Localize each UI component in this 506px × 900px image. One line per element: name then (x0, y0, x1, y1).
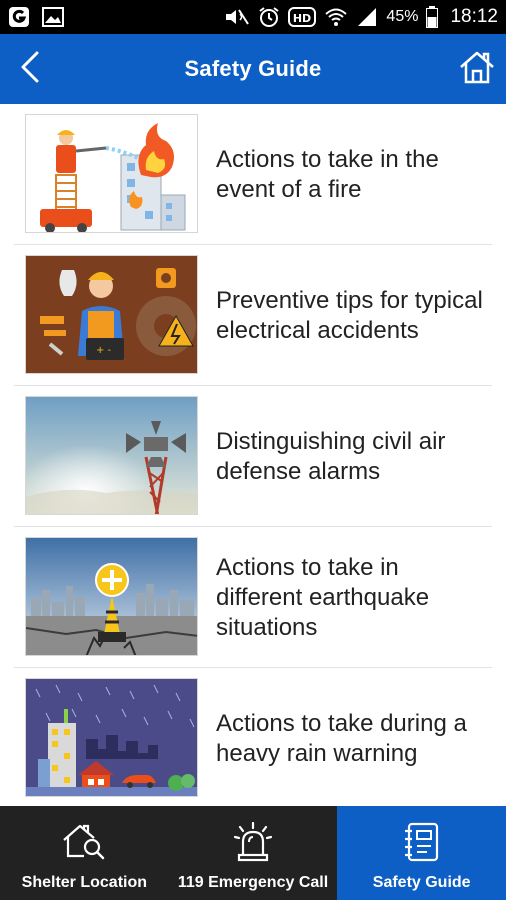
heavy-rain-thumbnail (25, 678, 198, 797)
guide-item-air-defense[interactable]: Distinguishing civil air defense alarms (14, 386, 492, 527)
home-button[interactable] (458, 50, 496, 88)
earthquake-thumbnail (25, 537, 198, 656)
safety-guide-list: Actions to take in the event of a fire +… (0, 104, 506, 806)
wifi-icon (324, 7, 348, 27)
guide-book-icon (400, 820, 444, 864)
notification-app-icon (8, 6, 30, 28)
guide-item-earthquake[interactable]: Actions to take in different earthquake … (14, 527, 492, 668)
tab-shelter-location[interactable]: Shelter Location (0, 806, 169, 900)
guide-item-label: Actions to take during a heavy rain warn… (216, 710, 467, 767)
tab-label: Safety Guide (372, 874, 471, 891)
back-button[interactable] (14, 51, 46, 88)
alarm-icon (258, 6, 280, 28)
emergency-siren-icon (231, 820, 275, 864)
tab-emergency-call[interactable]: 119 Emergency Call (169, 806, 338, 900)
guide-item-label: Actions to take in different earthquake … (216, 554, 430, 641)
guide-item-electrical[interactable]: + - Preventive tips for typical electric… (14, 245, 492, 386)
tab-label: Shelter Location (21, 874, 148, 891)
guide-item-label: Preventive tips for typical electrical a… (216, 287, 483, 344)
guide-item-heavy-rain[interactable]: Actions to take during a heavy rain warn… (14, 668, 492, 806)
battery-percent: 45% (386, 8, 419, 25)
shelter-search-icon (62, 820, 106, 864)
tab-safety-guide[interactable]: Safety Guide (337, 806, 506, 900)
hd-icon: HD (288, 6, 317, 28)
guide-item-label: Distinguishing civil air defense alarms (216, 428, 446, 485)
image-icon (42, 7, 64, 27)
signal-icon (356, 7, 378, 27)
tab-label: 119 Emergency Call (177, 874, 329, 891)
mute-icon (224, 7, 250, 27)
fire-thumbnail (25, 114, 198, 233)
bottom-navigation: Shelter Location 119 Emergency Call Safe… (0, 806, 506, 900)
page-title: Safety Guide (184, 56, 322, 81)
battery-icon (426, 6, 439, 28)
electrical-thumbnail: + - (25, 255, 198, 374)
clock-time: 18:12 (450, 6, 498, 27)
svg-text:+ -: + - (96, 345, 112, 356)
chevron-left-icon (19, 51, 41, 88)
guide-item-fire[interactable]: Actions to take in the event of a fire (14, 104, 492, 245)
guide-item-label: Actions to take in the event of a fire (216, 146, 439, 203)
app-header: Safety Guide (0, 34, 506, 104)
air-defense-thumbnail (25, 396, 198, 515)
status-bar: HD 45% 18:12 (0, 0, 506, 34)
svg-text:HD: HD (293, 12, 311, 25)
home-icon (459, 50, 495, 89)
